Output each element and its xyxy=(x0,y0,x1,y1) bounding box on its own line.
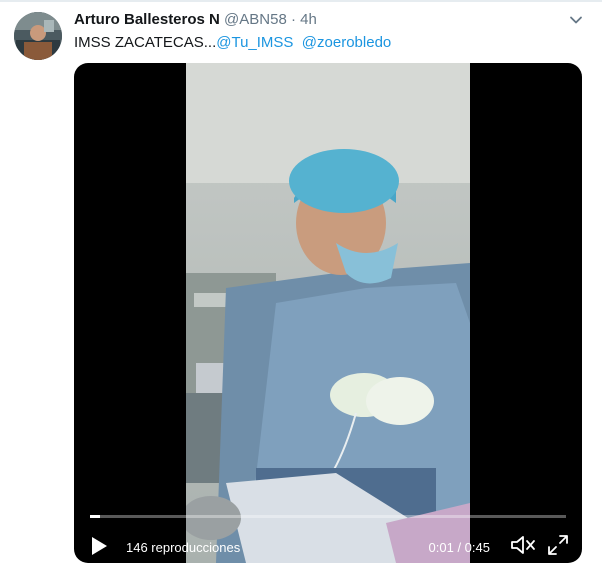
speaker-muted-icon[interactable] xyxy=(510,533,536,557)
top-divider xyxy=(0,0,602,2)
meta-separator: · xyxy=(290,11,296,28)
video-timecode: 0:01 / 0:45 xyxy=(428,540,490,555)
tweet-card[interactable]: Arturo Ballesteros N @ABN58 · 4h IMSS ZA… xyxy=(0,0,602,563)
tweet-header: Arturo Ballesteros N @ABN58 · 4h xyxy=(74,11,317,33)
mention-link[interactable]: @Tu_IMSS xyxy=(216,34,293,51)
video-controls: 146 reproducciones 0:01 / 0:45 xyxy=(74,529,582,563)
fullscreen-icon[interactable] xyxy=(546,533,570,557)
tweet-timestamp[interactable]: 4h xyxy=(300,11,317,28)
video-player[interactable]: 146 reproducciones 0:01 / 0:45 xyxy=(74,63,582,563)
author-handle[interactable]: @ABN58 xyxy=(224,11,287,28)
avatar-image xyxy=(14,12,62,60)
chevron-down-icon[interactable] xyxy=(568,12,584,28)
play-icon[interactable] xyxy=(88,535,110,557)
mention-link[interactable]: @zoerobledo xyxy=(302,34,391,51)
video-progress-bar[interactable] xyxy=(90,515,566,518)
view-count: 146 reproducciones xyxy=(126,540,241,555)
tweet-text: IMSS ZACATECAS...@Tu_IMSS @zoerobledo xyxy=(74,34,391,51)
avatar[interactable] xyxy=(14,12,62,60)
author-name[interactable]: Arturo Ballesteros N xyxy=(74,11,220,28)
video-frame-image xyxy=(186,63,470,563)
tweet-text-body: IMSS ZACATECAS... xyxy=(74,34,217,51)
video-progress-fill xyxy=(90,515,100,518)
